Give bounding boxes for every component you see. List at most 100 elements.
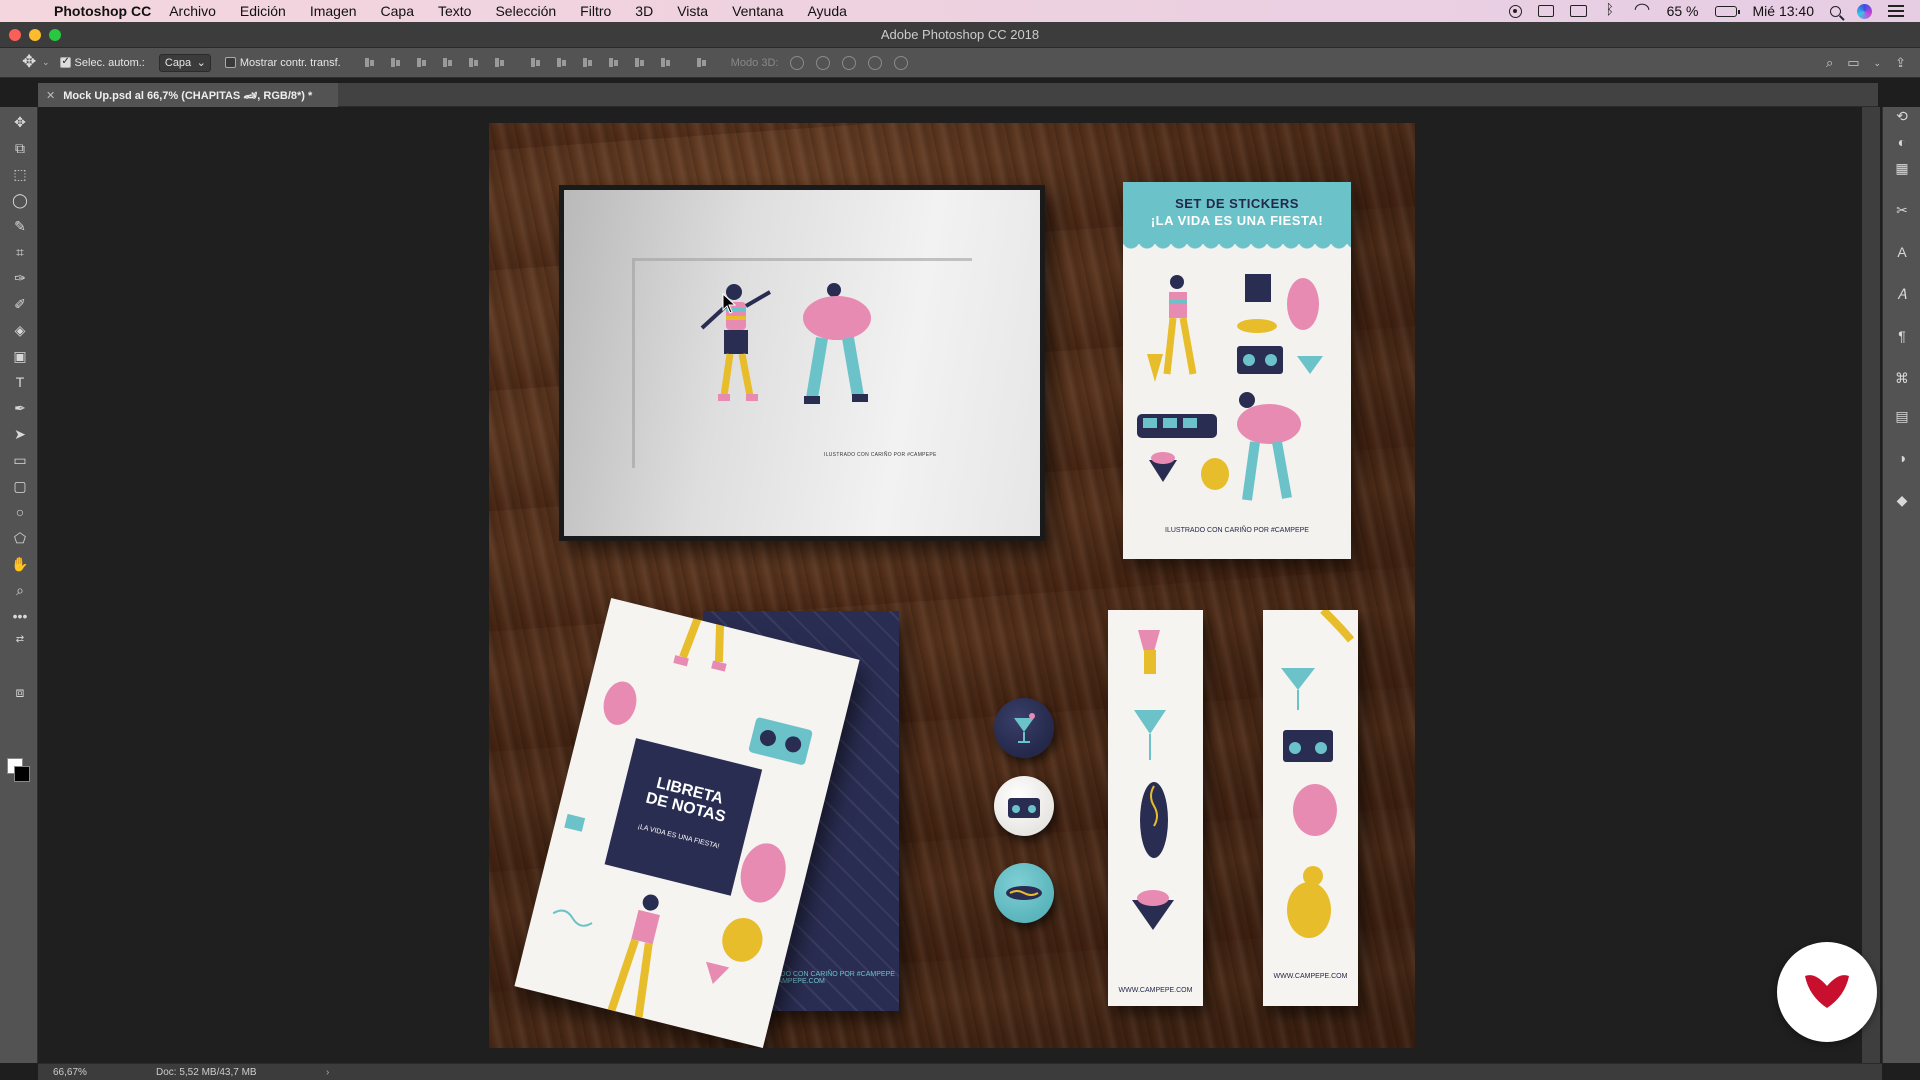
swatches-panel-icon[interactable]: ▦ (1893, 159, 1911, 177)
custom-shape-tool-icon[interactable]: ⬠ (11, 529, 29, 547)
move-tool-icon[interactable]: ✥ (11, 113, 29, 131)
auto-align-layers-icon[interactable] (695, 56, 708, 69)
align-left-icon[interactable] (441, 56, 454, 69)
ellipse-tool-icon[interactable]: ○ (11, 503, 29, 521)
artboard-tool-icon[interactable]: ⧉ (11, 139, 29, 157)
eraser-tool-icon[interactable]: ◈ (11, 321, 29, 339)
menu-capa[interactable]: Capa (381, 3, 414, 19)
zoom-level[interactable]: 66,67% (53, 1067, 153, 1078)
battery-icon[interactable] (1714, 5, 1740, 17)
show-transform-controls-checkbox[interactable] (224, 57, 236, 68)
distribute-right-icon[interactable] (659, 56, 672, 69)
rectangle-tool-icon[interactable]: ▭ (11, 451, 29, 469)
print-caption: ILUSTRADO CON CARIÑO POR #CAMPEPE (824, 452, 937, 458)
menu-texto[interactable]: Texto (438, 3, 471, 19)
paragraph-styles-panel-icon[interactable]: ⌘ (1893, 369, 1911, 387)
sticker-footer: ILUSTRADO CON CARIÑO POR #CAMPEPE (1165, 527, 1309, 534)
bookmark-1-illustration (1132, 630, 1174, 930)
screen-mode-icon[interactable]: ⧈ (11, 683, 29, 701)
rounded-rectangle-tool-icon[interactable]: ▢ (11, 477, 29, 495)
character-panel-icon[interactable]: A (1893, 243, 1911, 261)
zoom-tool-icon[interactable]: ⌕ (11, 581, 29, 599)
scale-3d-icon[interactable] (894, 55, 909, 70)
mode-3d-label: Modo 3D: (730, 56, 779, 69)
layers-panel-icon[interactable]: ◆ (1893, 491, 1911, 509)
align-horizontal-center-icon[interactable] (467, 56, 480, 69)
wifi-icon[interactable] (1635, 5, 1651, 17)
marquee-tool-icon[interactable]: ⬚ (11, 165, 29, 183)
paragraph-panel-icon[interactable]: ¶ (1893, 327, 1911, 345)
notification-center-icon[interactable] (1888, 5, 1904, 17)
hand-tool-icon[interactable]: ✋ (11, 555, 29, 573)
document-tab[interactable]: ✕ Mock Up.psd al 66,7% (CHAPITAS 🏎, RGB/… (38, 83, 338, 107)
swap-colors-icon[interactable]: ⇄ (11, 631, 29, 649)
pen-tool-icon[interactable]: ✒ (11, 399, 29, 417)
sticker-illustrations (1137, 274, 1323, 501)
background-color-swatch[interactable] (14, 766, 30, 782)
color-panel-icon[interactable]: ◐ (1893, 133, 1911, 151)
distribute-left-icon[interactable] (607, 56, 620, 69)
quick-selection-tool-icon[interactable]: ✎ (11, 217, 29, 235)
align-bottom-icon[interactable] (415, 56, 428, 69)
auto-select-label: Selec. autom.: (74, 56, 145, 69)
slide-3d-icon[interactable] (868, 55, 883, 70)
menu-3d[interactable]: 3D (635, 3, 653, 19)
menu-ayuda[interactable]: Ayuda (807, 3, 846, 19)
menu-seleccion[interactable]: Selección (495, 3, 556, 19)
menu-imagen[interactable]: Imagen (310, 3, 357, 19)
brush-tool-icon[interactable]: ✐ (11, 295, 29, 313)
artboard-wood-mockup[interactable]: ILUSTRADO CON CARIÑO POR #CAMPEPE SET DE… (489, 123, 1415, 1048)
status-menu-arrow[interactable]: › (326, 1067, 329, 1078)
menubar-clock[interactable]: Mié 13:40 (1753, 3, 1814, 19)
path-selection-tool-icon[interactable]: ➤ (11, 425, 29, 443)
pan-3d-icon[interactable] (842, 55, 857, 70)
app-menu-photoshop[interactable]: Photoshop CC (54, 3, 151, 19)
menu-filtro[interactable]: Filtro (580, 3, 611, 19)
orbit-3d-icon[interactable] (790, 55, 805, 70)
align-vertical-center-icon[interactable] (389, 56, 402, 69)
screen-record-icon[interactable] (1508, 4, 1522, 18)
auto-select-target-dropdown[interactable]: Capa ⌄ (158, 53, 211, 72)
bluetooth-icon[interactable] (1603, 1, 1619, 17)
canvas-vertical-scrollbar[interactable] (1862, 107, 1880, 1063)
properties-panel-icon[interactable]: ▤ (1893, 407, 1911, 425)
more-tools-icon[interactable]: ••• (11, 607, 29, 625)
distribute-vertical-center-icon[interactable] (555, 56, 568, 69)
share-icon[interactable]: ⇪ (1895, 55, 1906, 71)
workspace-icon[interactable]: ▭ (1847, 55, 1859, 71)
sticker-title: SET DE STICKERS (1175, 196, 1299, 211)
history-panel-icon[interactable]: ⟲ (1893, 107, 1911, 125)
spotlight-icon[interactable] (1830, 5, 1841, 17)
badge-hotdog (994, 863, 1054, 923)
roll-3d-icon[interactable] (816, 55, 831, 70)
distribute-bottom-icon[interactable] (581, 56, 594, 69)
menu-archivo[interactable]: Archivo (169, 3, 216, 19)
adjustments-panel-icon[interactable]: ◑ (1893, 449, 1911, 467)
tool-presets-panel-icon[interactable]: ✂ (1893, 201, 1911, 219)
auto-select-checkbox[interactable] (59, 56, 71, 68)
distribute-horizontal-center-icon[interactable] (633, 56, 646, 69)
chevron-down-icon[interactable]: ⌄ (1874, 58, 1882, 69)
align-buttons-group (363, 56, 721, 69)
close-icon[interactable]: ✕ (46, 89, 55, 102)
menu-vista[interactable]: Vista (677, 3, 708, 19)
menu-edicion[interactable]: Edición (240, 3, 286, 19)
character-styles-panel-icon[interactable]: 𝐴 (1893, 285, 1911, 303)
tool-preset-dropdown[interactable]: ⌄ (42, 57, 50, 68)
gradient-tool-icon[interactable]: ▣ (11, 347, 29, 365)
search-icon[interactable]: ⌕ (1826, 55, 1833, 71)
lasso-tool-icon[interactable]: ◯ (11, 191, 29, 209)
bookmark-2: WWW.CAMPEPE.COM (1263, 607, 1358, 1006)
align-right-icon[interactable] (493, 56, 506, 69)
align-top-icon[interactable] (363, 56, 376, 69)
eyedropper-tool-icon[interactable]: ✑ (11, 269, 29, 287)
crop-tool-icon[interactable]: ⌗ (11, 243, 29, 261)
airplay-icon[interactable] (1569, 5, 1587, 17)
distribute-top-icon[interactable] (529, 56, 542, 69)
menu-ventana[interactable]: Ventana (732, 3, 783, 19)
move-tool-icon[interactable] (20, 52, 40, 73)
display-icon[interactable] (1537, 5, 1554, 17)
type-tool-icon[interactable]: T (11, 373, 29, 391)
siri-icon[interactable] (1857, 3, 1872, 19)
document-tab-label: Mock Up.psd al 66,7% (CHAPITAS 🏎, RGB/8*… (63, 89, 313, 102)
